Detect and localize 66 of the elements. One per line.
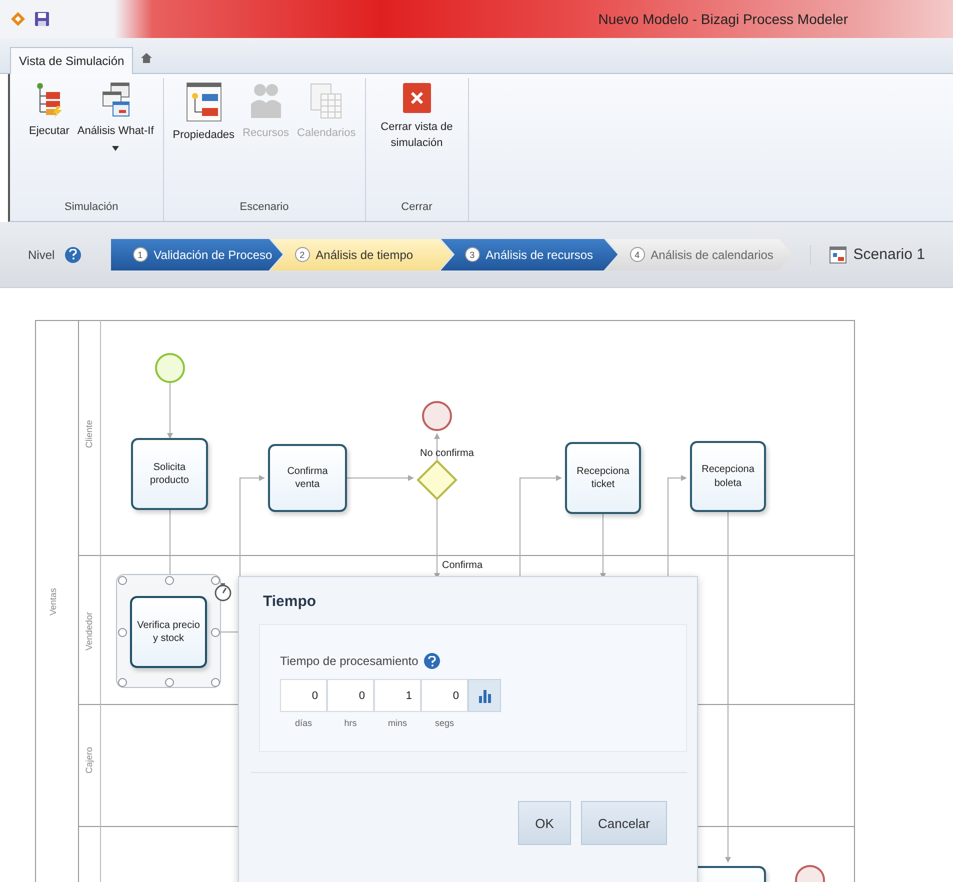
ribbon-button[interactable]: Ejecutar: [26, 78, 72, 195]
unit-label: días: [294, 718, 312, 728]
scenario-icon: [829, 246, 848, 264]
scenario-button[interactable]: Scenario 1: [810, 244, 931, 264]
close-icon: [402, 82, 432, 114]
pool-label: Ventas: [48, 588, 58, 616]
gateway-diamond[interactable]: [416, 460, 458, 500]
flow-label: No confirma: [420, 448, 474, 459]
step-number: 3: [464, 247, 480, 262]
lane-label: Vendedor: [84, 612, 94, 650]
flow-run-icon: [34, 82, 64, 118]
level-step[interactable]: 3 Análisis de recursos: [440, 238, 618, 270]
help-icon[interactable]: [424, 653, 440, 669]
step-label: Análisis de recursos: [486, 248, 594, 262]
diagram-properties-icon: [186, 82, 222, 122]
step-number: 2: [294, 247, 310, 262]
timer-icon[interactable]: [214, 583, 232, 602]
ribbon-tab[interactable]: Vista de Simulación: [10, 47, 134, 74]
step-number: 4: [630, 247, 645, 262]
unit-label: segs: [434, 718, 454, 728]
time-input-field[interactable]: 0: [421, 679, 468, 712]
app-logo-icon: [10, 11, 26, 27]
people-icon: [248, 82, 283, 120]
windows-icon: [100, 82, 131, 118]
ribbon-button[interactable]: Cerrar vista de simulación: [372, 78, 462, 195]
dialog-button[interactable]: Cancelar: [580, 801, 667, 845]
field-label: Tiempo de procesamiento: [280, 654, 418, 668]
unit-label: hrs: [344, 718, 357, 728]
task-box[interactable]: Recepciona ticket: [565, 442, 641, 514]
flow-label: Confirma: [442, 560, 483, 571]
level-step[interactable]: 2 Análisis de tiempo: [270, 238, 453, 270]
end-event-circle[interactable]: [422, 401, 452, 431]
step-label: Análisis de calendarios: [650, 248, 774, 262]
help-icon[interactable]: [64, 246, 81, 262]
caret-icon: [112, 146, 120, 151]
calendar-icon: [309, 82, 344, 120]
distribution-button[interactable]: [468, 679, 501, 712]
level-label: Nivel: [28, 248, 55, 262]
time-input-field[interactable]: 0: [327, 679, 374, 712]
bar-chart-icon: [478, 688, 492, 702]
dialog-title: Tiempo: [263, 593, 318, 610]
step-label: Análisis de tiempo: [316, 248, 414, 262]
group-label: Cerrar: [400, 200, 434, 215]
task-box[interactable]: Solicita producto: [131, 438, 208, 510]
lane-label: Cliente: [84, 420, 94, 448]
ribbon-button[interactable]: Análisis What-If: [74, 78, 157, 195]
window-title: Nuevo Modelo - Bizagi Process Modeler: [598, 11, 848, 27]
lane-label: Cajero: [84, 747, 94, 774]
start-event-circle[interactable]: [155, 353, 185, 383]
task-box[interactable]: Verifica precio y stock: [130, 596, 207, 668]
task-box[interactable]: Recepciona boleta: [690, 441, 766, 512]
sequence-flow-arrow: [600, 514, 606, 579]
sequence-flow-arrow: [346, 475, 414, 481]
step-number: 1: [132, 247, 148, 262]
dialog-button[interactable]: OK: [518, 801, 571, 845]
sequence-flow-arrow: [167, 382, 173, 439]
time-input-field[interactable]: 0: [280, 679, 327, 712]
group-label: Simulación: [63, 200, 120, 215]
task-box[interactable]: Confirma venta: [268, 444, 347, 512]
group-label: Escenario: [238, 200, 290, 215]
save-icon[interactable]: [34, 11, 50, 27]
unit-label: mins: [388, 718, 407, 728]
time-input-field[interactable]: 1: [374, 679, 421, 712]
step-label: Validación de Proceso: [154, 248, 272, 262]
ribbon-button[interactable]: Propiedades: [170, 78, 238, 195]
level-step[interactable]: 1 Validación de Proceso: [110, 238, 283, 270]
